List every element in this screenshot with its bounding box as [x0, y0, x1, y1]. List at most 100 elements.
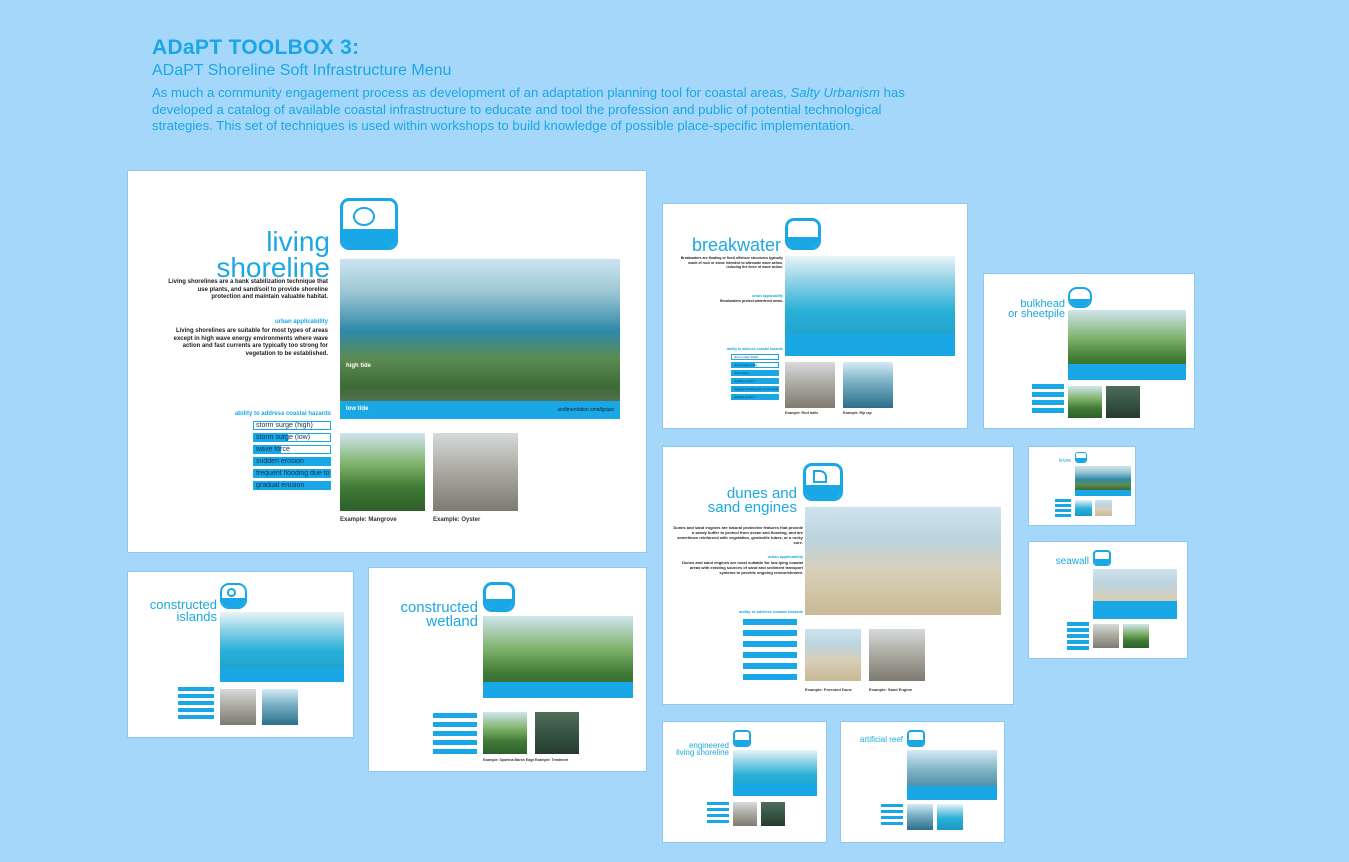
treatment-photo: [535, 712, 579, 754]
diagram-photo: [1093, 569, 1177, 619]
card-title: engineered living shoreline: [667, 741, 729, 758]
diagram-photo: high tide low tide sedimentation smallgr…: [340, 259, 620, 419]
desc-part-1: As much a community engagement process a…: [152, 85, 787, 100]
applicability-label: urban applicability: [752, 294, 783, 298]
applicability-text: Breakwaters protect waterfront areas.: [720, 299, 783, 303]
intro-text: Living shorelines are a bank stabilizati…: [168, 279, 328, 300]
hazard-label: sudden erosion: [734, 379, 755, 383]
photo-1: [733, 802, 757, 826]
photo-1: [220, 689, 256, 725]
photo-2: [1123, 624, 1149, 648]
page-subtitle: ADaPT Shoreline Soft Infrastructure Menu: [152, 62, 452, 79]
rip-rap-photo: [843, 362, 893, 408]
caption-2: Example: Rip rap: [843, 411, 872, 415]
caption-2: Example: Treatment: [535, 758, 569, 762]
hazard-label: storm surge (low): [256, 434, 311, 441]
hazards-label: ability to address coastal hazards: [234, 411, 331, 417]
hazard-row: gradual erosion: [731, 394, 779, 400]
diagram-photo: [733, 750, 817, 796]
hazard-label: storm surge (high): [734, 355, 759, 359]
mangrove-photo: [340, 433, 425, 511]
islands-icon: [220, 583, 247, 609]
seawall-icon: [1093, 550, 1111, 566]
diagram-photo: [907, 750, 997, 800]
hazards-label: ability to address coastal hazards: [738, 609, 803, 614]
page-description: As much a community engagement process a…: [152, 85, 912, 135]
title-line-1: living: [266, 226, 330, 257]
hazard-label: wave force: [734, 371, 749, 375]
hazard-row: wave force: [253, 445, 331, 454]
hazard-row: sudden erosion: [253, 457, 331, 466]
sand-engine-photo: [869, 629, 925, 681]
photo-1: [1093, 624, 1119, 648]
hazards-list: storm surge (high) storm surge (low) wave …: [253, 421, 331, 493]
diagram-photo: [483, 616, 633, 698]
caption-oyster: Example: Oyster: [433, 517, 481, 523]
hazard-label: sudden erosion: [256, 458, 304, 465]
wetland-icon: [483, 582, 515, 612]
seawall-card: seawall: [1028, 541, 1188, 659]
caption-2: Example: Sand Engine: [869, 687, 913, 692]
reef-balls-photo: [785, 362, 835, 408]
diagram-photo: [1075, 466, 1131, 496]
desc-italic: Salty Urbanism: [790, 85, 880, 100]
hazard-row: sudden erosion: [731, 378, 779, 384]
artificial-reef-card: artificial reef: [840, 721, 1005, 843]
dunes-icon: [803, 463, 843, 501]
diagram-photo: [1068, 310, 1186, 380]
card-title: bulkhead or sheetpile: [989, 298, 1065, 321]
photo-2: [1106, 386, 1140, 418]
title-line-2: wetland: [426, 612, 478, 630]
diagram-photo: [805, 507, 1001, 615]
hazard-label: storm surge (low): [734, 363, 758, 367]
hazard-label: gradual erosion: [256, 482, 305, 489]
hazard-row: frequent flooding due to sea level rise: [253, 469, 331, 478]
card-title: levee: [1059, 458, 1071, 464]
diagram-photo: [220, 612, 344, 682]
high-tide-label: high tide: [346, 363, 371, 369]
photo-1: [1075, 500, 1092, 516]
title-line-2: or sheetpile: [1008, 308, 1065, 321]
bulkhead-card: bulkhead or sheetpile: [983, 273, 1195, 429]
constructed-wetland-card: constructed wetland Example: Spartina Ma…: [368, 567, 647, 772]
levee-icon: [1075, 452, 1087, 463]
card-title: artificial reef: [859, 735, 903, 744]
hazards-list: storm surge (high) storm surge (low) wave …: [731, 354, 779, 402]
title-line-2: sand engines: [707, 498, 797, 516]
page-header: ADaPT TOOLBOX 3: ADaPT Shoreline Soft In…: [152, 36, 912, 135]
card-title: constructed islands: [133, 598, 217, 623]
photo-2: [937, 804, 963, 830]
hazard-row: storm surge (high): [731, 354, 779, 360]
applicability-text: Living shorelines are suitable for most …: [173, 328, 328, 357]
hazard-row: wave force: [731, 370, 779, 376]
oyster-photo: [433, 433, 518, 511]
card-title: constructed wetland: [374, 600, 478, 630]
caption-1: Example: Reef balls: [785, 411, 819, 415]
hazard-label: frequent flooding due to sea level rise: [734, 387, 779, 391]
hazards-label: ability to address coastal hazards: [726, 347, 783, 351]
intro-text: Dunes and sand engines are natural prote…: [673, 525, 803, 545]
engineered-living-shoreline-card: engineered living shoreline: [662, 721, 827, 843]
photo-2: [761, 802, 785, 826]
forested-dune-photo: [805, 629, 861, 681]
hazard-label: storm surge (high): [256, 422, 313, 429]
hazard-row: storm surge (low): [253, 433, 331, 442]
living-shoreline-card: living shoreline Living shorelines are a…: [127, 170, 647, 553]
page-title: ADaPT TOOLBOX 3:: [152, 36, 360, 59]
caption-mangrove: Example: Mangrove: [340, 517, 397, 523]
photo-1: [1068, 386, 1102, 418]
caption-1: Example: Spartina Marsh Edge: [483, 758, 535, 762]
photo-2: [1095, 500, 1112, 516]
diagram-photo: [785, 256, 955, 356]
caption-1: Example: Forested Dune: [805, 687, 852, 692]
applicability-label: urban applicability: [274, 319, 328, 325]
title-line-2: shoreline: [216, 251, 330, 283]
photo-2: [262, 689, 298, 725]
title-line-2: living shoreline: [676, 748, 729, 758]
applicability-text: Dunes and sand engines are most suitable…: [682, 560, 803, 575]
applicability-label: urban applicability: [767, 554, 803, 559]
hazard-row: gradual erosion: [253, 481, 331, 490]
hazard-label: gradual erosion: [734, 395, 755, 399]
bulkhead-icon: [1068, 287, 1092, 308]
photo-1: [907, 804, 933, 830]
